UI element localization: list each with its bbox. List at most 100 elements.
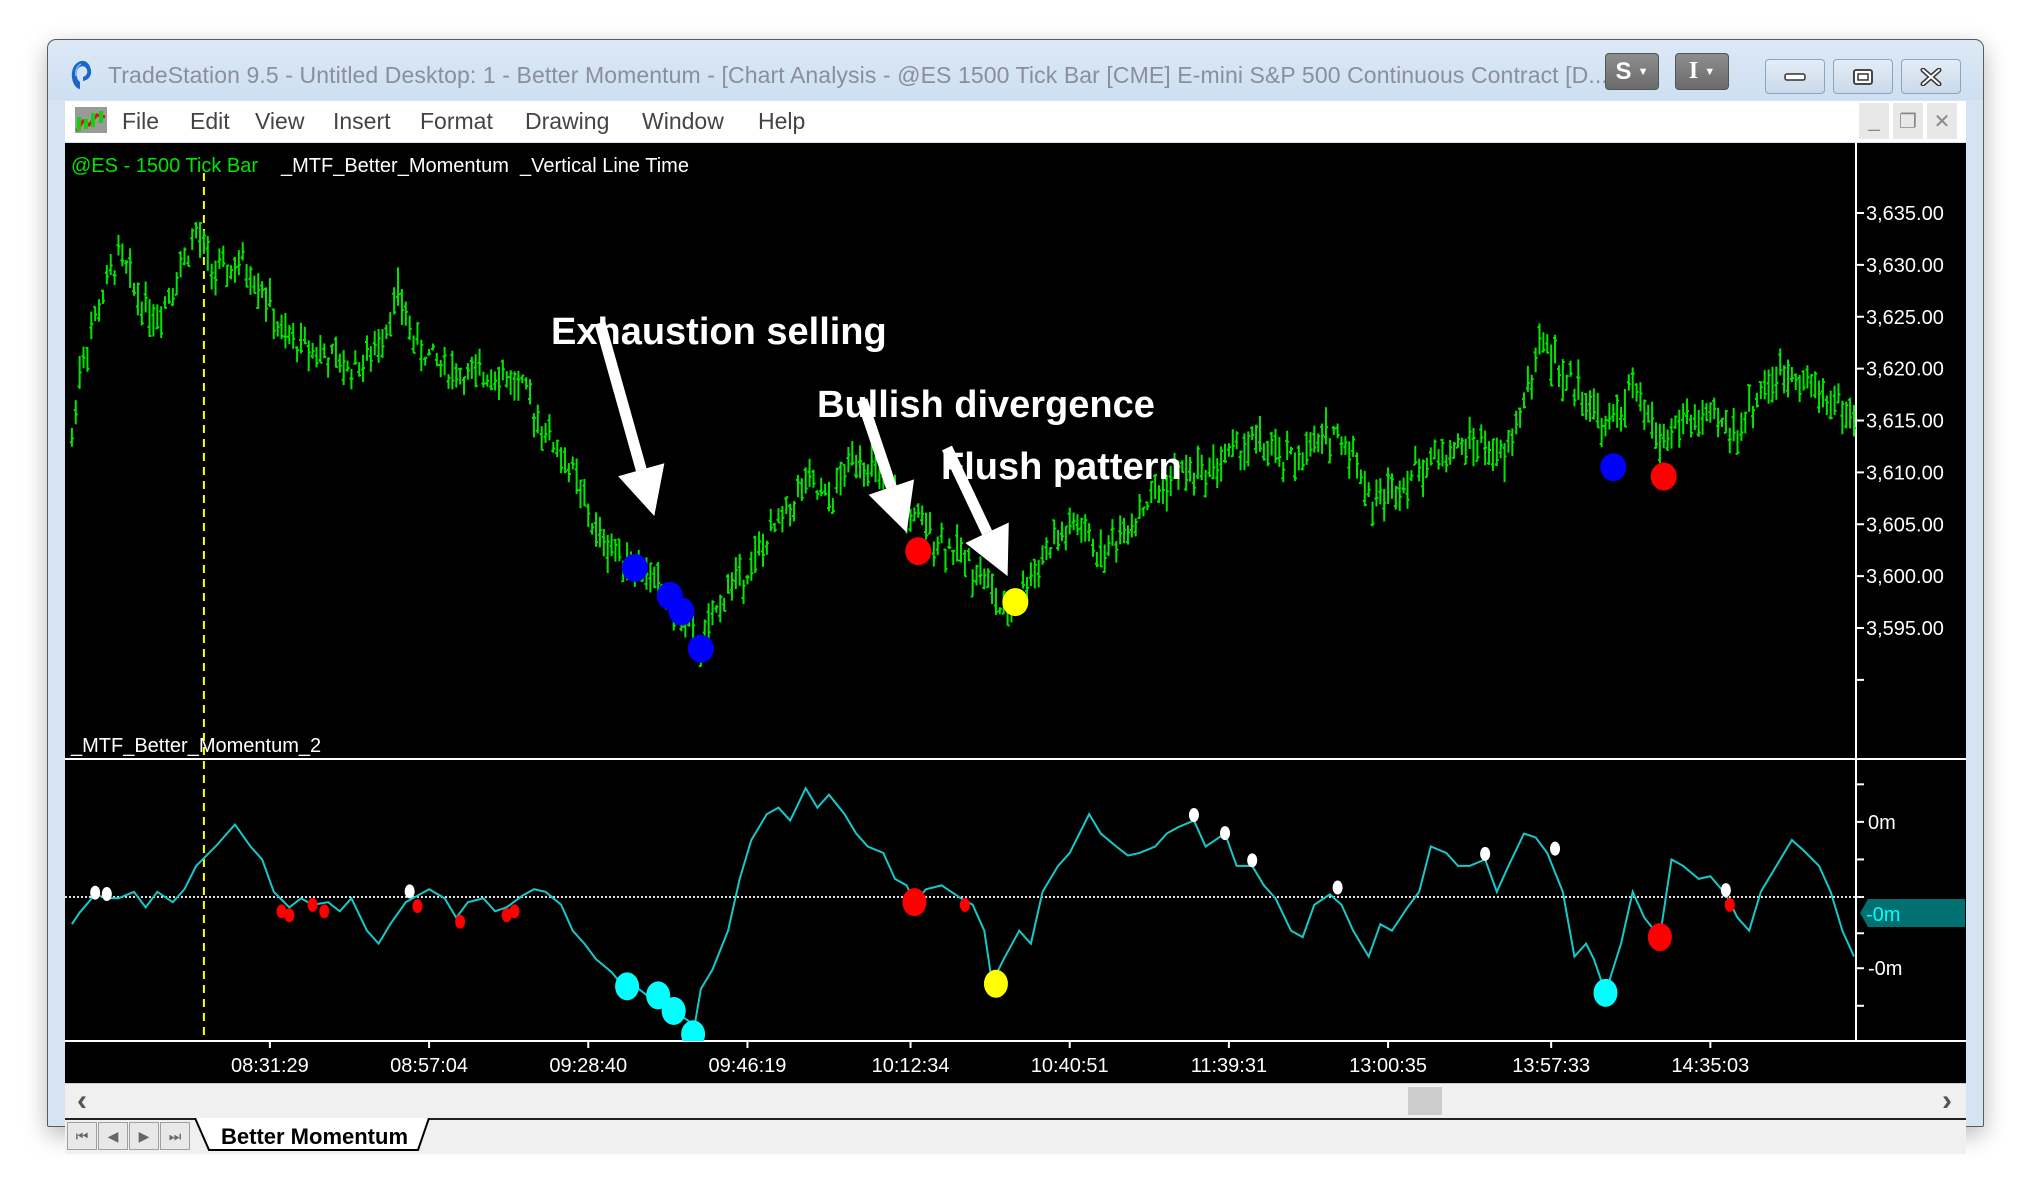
menu-insert[interactable]: Insert [333, 108, 391, 135]
price-bar [396, 267, 401, 306]
signal-dot [687, 634, 714, 663]
price-bar [1312, 425, 1317, 453]
price-bar [388, 312, 393, 337]
price-bar [935, 536, 940, 556]
price-bar [345, 360, 350, 372]
price-bar [706, 603, 711, 642]
price-bar [582, 478, 587, 507]
price-bar [279, 314, 284, 340]
price-bar [1230, 429, 1235, 458]
menu-help[interactable]: Help [758, 108, 805, 135]
price-bar [1619, 407, 1624, 432]
minimize-button[interactable] [1765, 59, 1825, 94]
menu-file[interactable]: File [122, 108, 159, 135]
last-icon: ⏭ [168, 1127, 182, 1144]
price-bar [792, 501, 797, 522]
momentum-signal-dot [90, 885, 101, 900]
first-tab-button[interactable]: ⏮ [67, 1122, 97, 1150]
interval-link-button[interactable]: I ▼ [1675, 53, 1729, 90]
last-tab-button[interactable]: ⏭ [160, 1122, 190, 1150]
price-bar [543, 422, 548, 443]
price-bar [1743, 411, 1748, 434]
price-bar [1716, 407, 1721, 438]
price-bar [830, 498, 835, 514]
price-bar [1417, 458, 1422, 482]
price-bar [1828, 390, 1833, 420]
price-bar [1483, 430, 1488, 466]
momentum-signal-dot [615, 972, 640, 1001]
chart-analysis-icon[interactable] [75, 107, 107, 133]
price-tick-label: 3,620.00 [1866, 359, 1944, 381]
menu-edit[interactable]: Edit [190, 108, 230, 135]
time-tick-label: 14:35:03 [1671, 1055, 1749, 1077]
scrollbar-thumb[interactable] [1408, 1087, 1443, 1115]
price-bar [1494, 437, 1499, 467]
scroll-right-arrow[interactable]: › [1942, 1084, 1952, 1118]
menu-window[interactable]: Window [642, 108, 724, 135]
price-bar [291, 322, 296, 349]
price-bar [1339, 436, 1344, 456]
price-bar [1351, 435, 1356, 457]
mdi-restore-button[interactable]: ❐ [1893, 103, 1923, 139]
time-tick-label: 09:46:19 [709, 1055, 787, 1077]
price-bar [1467, 416, 1472, 450]
price-bar [1785, 359, 1790, 398]
price-bar [415, 322, 420, 345]
horizontal-scrollbar[interactable]: ‹ › [65, 1083, 1966, 1118]
mdi-close-button[interactable]: ✕ [1927, 103, 1957, 139]
next-tab-button[interactable]: ▶ [129, 1122, 159, 1150]
price-bar [722, 597, 727, 612]
price-bar [1129, 513, 1134, 538]
price-bar [1048, 547, 1053, 559]
price-bar [1219, 446, 1224, 482]
price-bar [1506, 430, 1511, 453]
scroll-left-arrow[interactable]: ‹ [77, 1084, 87, 1118]
annotation-arrow-head [868, 479, 915, 533]
price-bar [776, 508, 781, 524]
price-bar [982, 568, 987, 590]
price-bar [1751, 405, 1756, 429]
price-bar [151, 304, 156, 337]
price-bar [1611, 404, 1616, 422]
close-button[interactable] [1901, 59, 1961, 94]
maximize-button[interactable] [1833, 59, 1893, 94]
time-axis: 08:31:29 08:57:04 09:28:40 09:46:19 10:12:34… [231, 1041, 1749, 1077]
price-bar [1118, 515, 1123, 545]
time-tick-label: 08:57:04 [390, 1055, 468, 1077]
menu-view[interactable]: View [255, 108, 304, 135]
price-bar [842, 463, 847, 487]
signal-dot [1600, 453, 1627, 482]
price-bar [1448, 439, 1453, 465]
mdi-minimize-button[interactable]: _ [1859, 103, 1889, 139]
price-bar [1463, 438, 1468, 466]
price-bar [380, 329, 385, 358]
chart-analysis-window[interactable]: 3,635.00 3,630.00 3,625.00 3,620.00 3,615.00… [65, 143, 1966, 1083]
price-bar [73, 400, 78, 425]
menu-drawing[interactable]: Drawing [525, 108, 609, 135]
price-bar [1401, 477, 1406, 494]
menu-format[interactable]: Format [420, 108, 493, 135]
prev-tab-button[interactable]: ◀ [98, 1122, 128, 1150]
price-bar [240, 242, 245, 261]
mdi-restore-icon: ❐ [1899, 110, 1917, 133]
price-bar [481, 371, 486, 388]
price-bar [1304, 431, 1309, 465]
price-bar [1114, 540, 1119, 563]
price-bar [423, 356, 428, 366]
price-bar [858, 445, 863, 479]
tab-better-momentum[interactable]: Better Momentum [221, 1124, 408, 1150]
price-bar [357, 362, 362, 377]
price-bar [966, 548, 971, 562]
price-bar [1700, 399, 1705, 435]
price-bar [465, 363, 470, 380]
price-bar [1300, 452, 1305, 471]
price-bar [1708, 402, 1713, 423]
price-bar [1378, 478, 1383, 505]
chart-canvas[interactable]: 3,635.00 3,630.00 3,625.00 3,620.00 3,615.00… [65, 143, 1966, 1083]
symbol-link-button[interactable]: S ▼ [1605, 53, 1659, 90]
price-bar [1801, 370, 1806, 391]
price-bar [267, 278, 272, 308]
price-bar [434, 352, 439, 367]
price-bar [1770, 366, 1775, 403]
price-bar [1758, 380, 1763, 400]
